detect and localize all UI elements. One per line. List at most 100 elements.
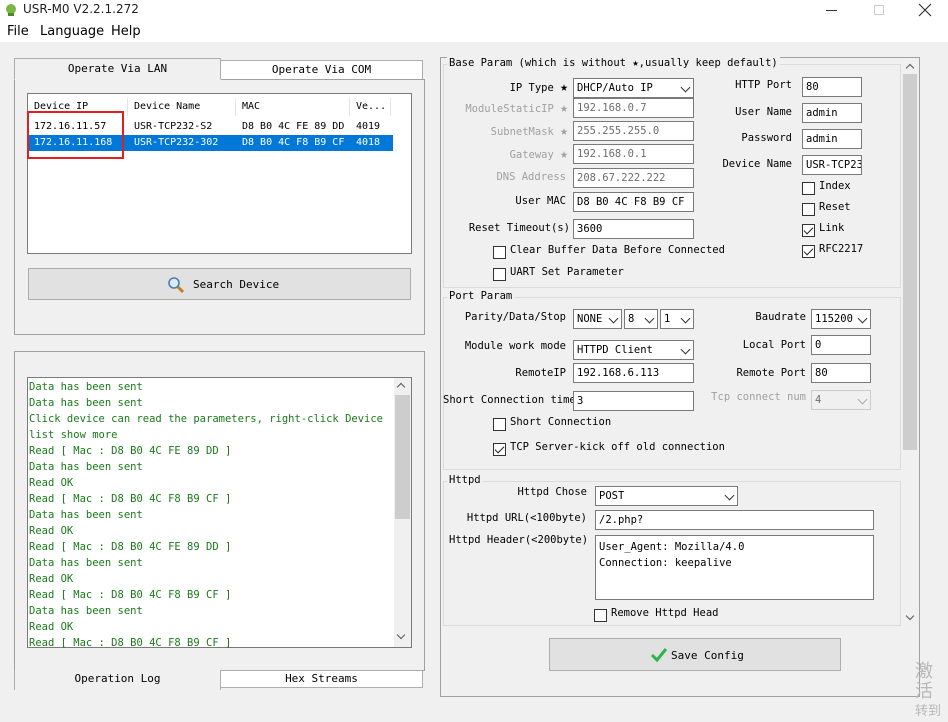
col-device-name[interactable]: Device Name [129,98,236,116]
tab-operate-via-com[interactable]: Operate Via COM [220,60,423,80]
log-line: Data has been sent [29,605,143,617]
scroll-down-arrow[interactable] [396,630,406,640]
version-cell: 4018 [356,137,381,148]
scroll-up-arrow[interactable] [396,382,406,392]
log-line: list show more [29,429,118,441]
close-icon[interactable] [918,3,932,17]
gateway-text: Gateway [509,149,554,161]
right-scrollbar[interactable] [901,58,919,626]
index-label: Index [819,180,851,192]
http-port-field[interactable]: 80 [802,77,862,97]
chevron-down-icon [608,313,619,324]
uart-set-checkbox[interactable] [493,268,506,281]
httpd-url-field[interactable]: /2.php? [595,510,874,530]
rfc2217-checkbox[interactable] [802,245,815,258]
httpd-chose-label: Httpd Chose [517,486,587,498]
star-icon: ★ [560,147,568,162]
work-mode-value: HTTPD Client [577,344,653,356]
tab-operation-log[interactable]: Operation Log [14,670,221,690]
log-line: Read [ Mac : D8 B0 4C F8 B9 CF ] [29,637,232,649]
scroll-down-arrow[interactable] [905,611,915,621]
save-config-button[interactable]: Save Config [549,638,841,671]
link-checkbox[interactable] [802,224,815,237]
tcp-num-select[interactable]: 4 [811,390,871,410]
col-version[interactable]: Ve... [351,98,391,116]
work-mode-select[interactable]: HTTPD Client [573,340,694,360]
user-name-field[interactable]: admin [802,103,862,123]
watermark-line: 激活 [915,661,933,702]
reset-checkbox[interactable] [802,203,815,216]
tab-hex-streams[interactable]: Hex Streams [220,670,423,688]
scroll-thumb[interactable] [903,74,917,450]
save-config-label: Save Config [671,649,744,662]
log-scrollbar[interactable] [394,378,411,647]
tab-operate-via-lan[interactable]: Operate Via LAN [14,58,221,80]
reset-timeout-field[interactable]: 3600 [573,219,694,239]
user-mac-field[interactable]: D8 B0 4C F8 B9 CF [573,192,694,212]
httpd-header-field[interactable]: User_Agent: Mozilla/4.0 Connection: keep… [595,535,874,600]
log-line: Read OK [29,525,74,537]
menu-language[interactable]: Language [40,24,104,39]
device-name-label: Device Name [722,158,792,170]
star-icon: ★ [560,101,568,116]
log-line: Read [ Mac : D8 B0 4C FE 89 DD ] [29,541,232,553]
log-line: Read OK [29,477,74,489]
remove-head-checkbox[interactable] [594,609,607,622]
menu-help[interactable]: Help [111,24,141,39]
log-line: Click device can read the parameters, ri… [29,413,384,425]
remote-ip-label: RemoteIP [515,367,566,379]
stop-bits-select[interactable]: 1 [660,309,694,329]
star-icon: ★ [560,80,568,95]
ip-type-label: IP Type ★ [470,80,568,95]
mac-cell: D8 B0 4C FE 89 DD [242,121,345,132]
local-port-field[interactable]: 0 [811,335,871,355]
search-device-label: Search Device [193,278,280,291]
ip-type-select[interactable]: DHCP/Auto IP [573,78,694,98]
ip-type-value: DHCP/Auto IP [577,82,653,94]
remote-ip-field[interactable]: 192.168.6.113 [573,363,694,383]
baudrate-select[interactable]: 115200 [811,309,871,329]
tcp-num-label: Tcp connect num [711,391,806,403]
menu-bar: File Language Help [0,22,948,42]
scroll-up-arrow[interactable] [905,63,915,73]
chevron-down-icon [857,313,868,324]
subnet-label: SubnetMask ★ [460,124,568,139]
log-line: Data has been sent [29,509,143,521]
static-ip-field[interactable]: 192.168.0.7 [573,98,694,118]
chevron-down-icon [680,313,691,324]
device-name-field[interactable]: USR-TCP23 [802,155,862,175]
clear-buffer-checkbox[interactable] [493,246,506,259]
index-checkbox[interactable] [802,182,815,195]
remote-port-field[interactable]: 80 [811,363,871,383]
reset-label: Reset [819,201,851,213]
chevron-down-icon [680,344,691,355]
uart-set-label: UART Set Parameter [510,266,624,278]
subnet-field[interactable]: 255.255.255.0 [573,121,694,141]
remote-port-label: Remote Port [736,367,806,379]
minimize-icon[interactable] [826,10,837,11]
httpd-url-label: Httpd URL(<100byte) [466,512,587,524]
menu-file[interactable]: File [7,24,29,39]
checkmark-icon [650,647,668,663]
watermark-line: 转到 [915,704,942,719]
kick-checkbox[interactable] [493,443,506,456]
gateway-field[interactable]: 192.168.0.1 [573,144,694,164]
maximize-icon[interactable] [874,5,884,15]
httpd-chose-select[interactable]: POST [595,486,738,506]
col-mac[interactable]: MAC [237,98,350,116]
short-connection-checkbox[interactable] [493,418,506,431]
http-port-label: HTTP Port [735,79,792,91]
data-bits-select[interactable]: 8 [624,309,658,329]
search-device-button[interactable]: Search Device [28,268,411,300]
clear-buffer-label: Clear Buffer Data Before Connected [510,244,725,256]
scroll-thumb[interactable] [395,395,410,519]
log-line: Data has been sent [29,381,143,393]
parity-select[interactable]: NONE [573,309,622,329]
subnet-text: SubnetMask [490,126,554,138]
dns-field[interactable]: 208.67.222.222 [573,168,694,188]
short-time-field[interactable]: 3 [573,391,694,411]
work-mode-label: Module work mode [464,340,566,352]
password-field[interactable]: admin [802,129,862,149]
dns-label: DNS Address [496,171,566,183]
title-bar: USR-M0 V2.2.1.272 [0,0,948,22]
